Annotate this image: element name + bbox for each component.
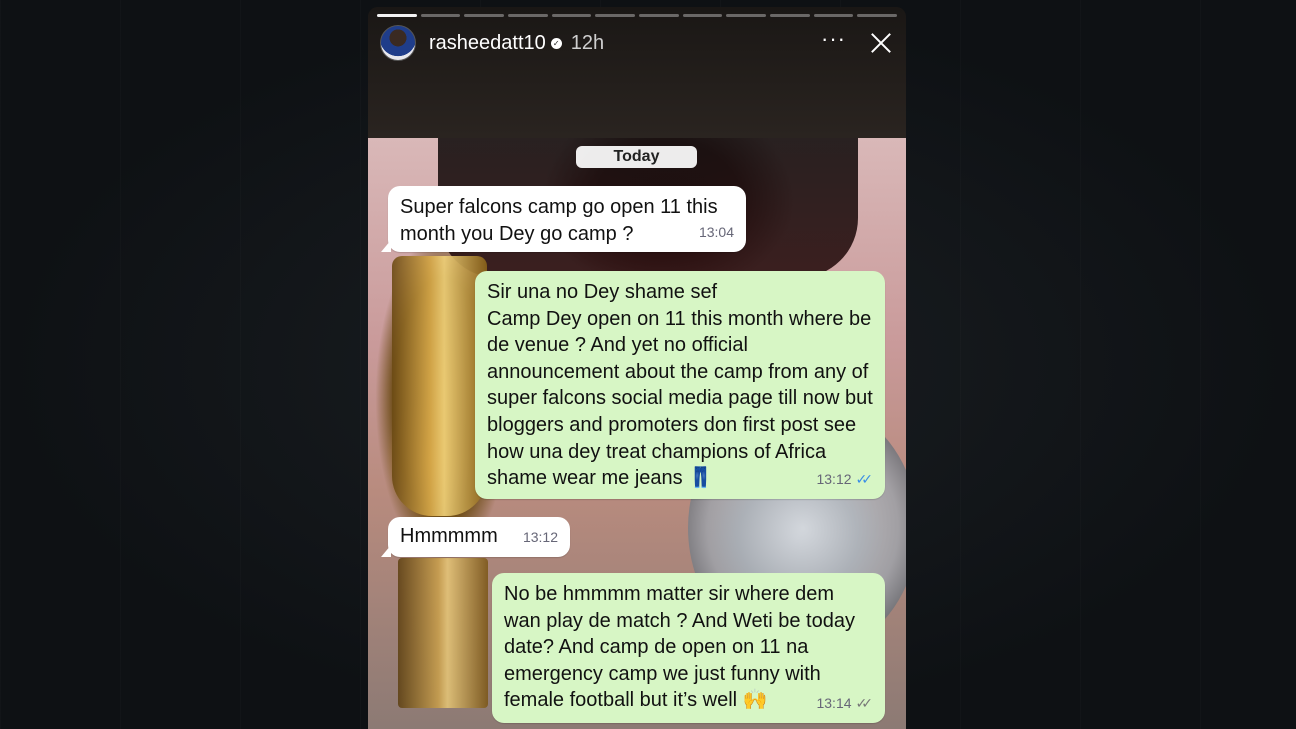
story-progress-segment	[551, 14, 592, 17]
story-header: rasheedatt10 ✓ 12h ···	[380, 25, 894, 61]
story-progress-segment	[420, 14, 461, 17]
story-progress-segment	[813, 14, 854, 17]
message-text: Super falcons camp go open 11 this month…	[400, 196, 718, 245]
close-icon[interactable]	[868, 30, 894, 56]
background-photo-trophy	[392, 256, 487, 516]
story-progress-segment	[857, 14, 898, 17]
story-progress-segment	[595, 14, 636, 17]
username[interactable]: rasheedatt10	[429, 32, 546, 55]
avatar[interactable]	[380, 25, 416, 61]
message-time: 13:14	[816, 695, 852, 712]
chat-screenshot: Today Super falcons camp go open 11 this…	[368, 138, 906, 729]
story-progress-segment	[639, 14, 679, 17]
message-bubble-incoming[interactable]: Hmmmmm 13:12	[381, 517, 570, 557]
story-progress-segment	[682, 14, 723, 17]
message-time: 13:12	[522, 529, 558, 546]
message-bubble-outgoing[interactable]: Sir una no Dey shame sef Camp Dey open o…	[475, 271, 885, 499]
double-check-read-icon: ✓✓	[855, 471, 874, 488]
story-progress-segment	[377, 14, 417, 17]
story-progress-segment	[464, 14, 505, 17]
verified-badge-icon: ✓	[550, 37, 562, 49]
message-bubble-outgoing[interactable]: No be hmmmm matter sir where dem wan pla…	[492, 573, 885, 723]
more-options-icon[interactable]: ···	[821, 28, 846, 50]
date-divider: Today	[576, 146, 697, 168]
story-viewer[interactable]: rasheedatt10 ✓ 12h ··· Today Super falco…	[368, 7, 906, 729]
message-time: 13:12	[816, 471, 852, 488]
message-time: 13:04	[698, 224, 734, 241]
story-progress-segment	[770, 14, 810, 17]
message-text: Sir una no Dey shame sef Camp Dey open o…	[487, 281, 873, 490]
message-bubble-incoming[interactable]: Super falcons camp go open 11 this month…	[381, 186, 746, 252]
story-progress-segment	[726, 14, 767, 17]
background-photo-trophy-base	[398, 558, 488, 708]
story-progress-bar	[377, 14, 898, 17]
posted-time: 12h	[570, 31, 605, 54]
double-check-icon: ✓✓	[855, 695, 874, 712]
story-progress-segment	[508, 14, 548, 17]
